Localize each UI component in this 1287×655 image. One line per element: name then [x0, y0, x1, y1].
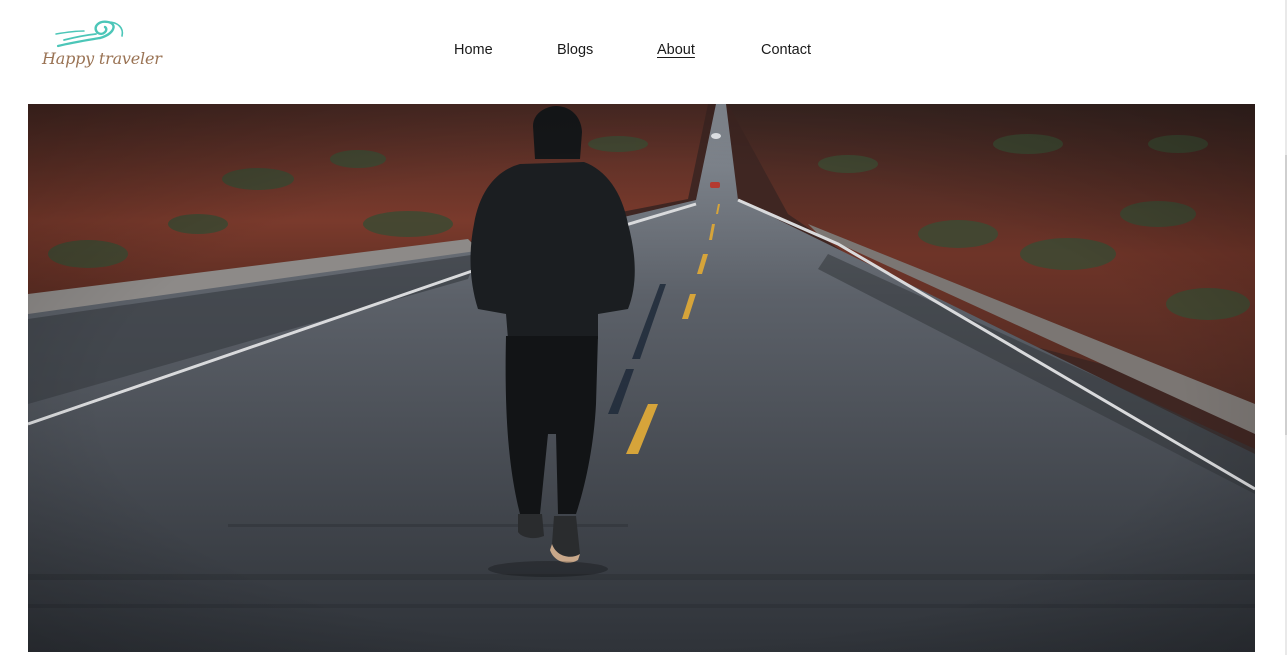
main-nav: Home Blogs About Contact [0, 42, 1285, 64]
hero-image [28, 104, 1255, 652]
nav-contact-link[interactable]: Contact [761, 42, 811, 58]
nav-home-link[interactable]: Home [454, 42, 493, 58]
nav-blogs-link[interactable]: Blogs [557, 42, 593, 58]
site-header: Happy traveler Home Blogs About Contact [0, 0, 1285, 104]
nav-about-link[interactable]: About [657, 42, 695, 58]
